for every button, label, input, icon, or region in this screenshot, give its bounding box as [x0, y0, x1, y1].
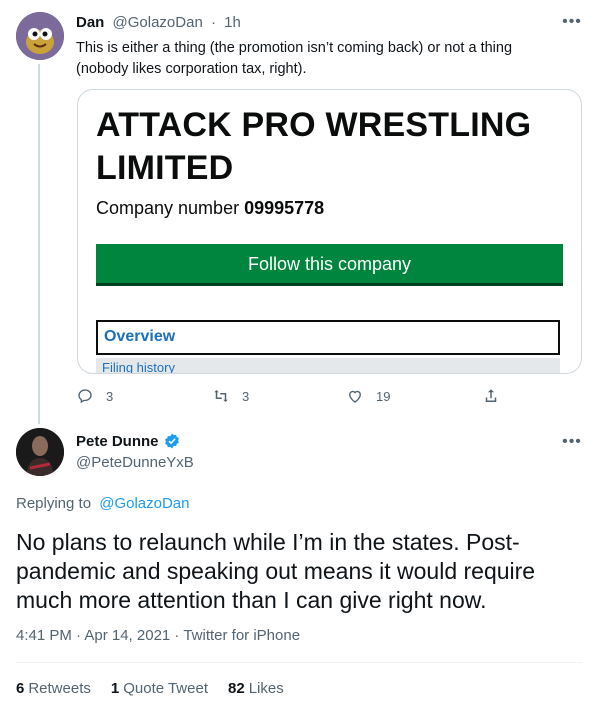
likes-label: Likes — [248, 680, 284, 697]
card-company-title: ATTACK PRO WRESTLING LIMITED — [96, 106, 532, 187]
reply-icon — [78, 389, 92, 404]
like-icon — [349, 390, 361, 403]
parent-tweet-header: Dan @GolazoDan · 1h — [76, 14, 241, 31]
parent-tweet-text: This is either a thing (the promotion is… — [76, 40, 513, 77]
filing-history-tab: Filing history — [96, 358, 560, 373]
more-icon[interactable]: ••• — [560, 434, 584, 450]
company-number-value: 09995778 — [244, 198, 325, 218]
tweet-time[interactable]: 1h — [224, 14, 241, 31]
tweet-timestamp: 4:41 PM · Apr 14, 2021 · Twitter for iPh… — [16, 627, 300, 644]
retweets-stat[interactable]: 6 Retweets — [16, 680, 91, 697]
likes-count: 82 — [228, 680, 245, 697]
company-number-label: Company number — [96, 198, 240, 218]
replying-to-line: Replying to @GolazoDan — [16, 495, 190, 512]
reply-author-name[interactable]: Pete Dunne — [76, 432, 181, 450]
retweet-icon — [214, 390, 228, 402]
reply-count: 3 — [106, 388, 114, 404]
header-separator: · — [210, 14, 216, 31]
retweets-count: 6 — [16, 680, 25, 697]
tweet-datetime[interactable]: 4:41 PM · Apr 14, 2021 · — [16, 627, 183, 644]
share-button[interactable] — [482, 386, 512, 406]
verified-icon — [164, 433, 179, 449]
reply-button[interactable]: 3 — [76, 386, 113, 406]
like-count: 19 — [376, 388, 391, 404]
follow-company-button: Follow this company — [96, 244, 563, 286]
author-handle[interactable]: @GolazoDan — [113, 14, 203, 31]
avatar-pete-dunne[interactable] — [16, 428, 64, 476]
share-icon — [485, 389, 497, 402]
replying-to-prefix: Replying to — [16, 495, 92, 512]
replying-to-link[interactable]: @GolazoDan — [99, 495, 189, 512]
author-name[interactable]: Dan — [76, 14, 104, 31]
quote-tweets-count: 1 — [110, 680, 120, 697]
avatar-dan[interactable] — [16, 12, 64, 60]
thread-connector-line — [38, 64, 40, 424]
parent-action-bar: 3 3 19 — [76, 386, 506, 406]
retweets-label: Retweets — [28, 680, 91, 697]
retweet-button[interactable]: 3 — [212, 386, 249, 406]
quote-tweets-stat[interactable]: 1 Quote Tweet — [111, 680, 208, 697]
engagement-stats: 6 Retweets 1 Quote Tweet 82 Likes — [16, 680, 304, 697]
like-button[interactable]: 19 — [346, 386, 390, 406]
reply-tweet-text: No plans to relaunch while I’m in the st… — [16, 529, 536, 613]
likes-stat[interactable]: 82 Likes — [228, 680, 284, 697]
link-card[interactable]: ATTACK PRO WRESTLING LIMITED Company num… — [77, 89, 582, 374]
divider — [16, 662, 582, 663]
reply-author-handle[interactable]: @PeteDunneYxB — [76, 454, 194, 471]
overview-tab: Overview — [96, 320, 560, 355]
reply-author-name-text: Pete Dunne — [76, 432, 159, 450]
tweet-source[interactable]: Twitter for iPhone — [183, 627, 300, 644]
more-icon[interactable]: ••• — [560, 14, 584, 30]
quote-tweets-label: Quote Tweet — [123, 680, 208, 697]
card-company-number: Company number 09995778 — [96, 198, 324, 219]
retweet-count: 3 — [242, 388, 250, 404]
